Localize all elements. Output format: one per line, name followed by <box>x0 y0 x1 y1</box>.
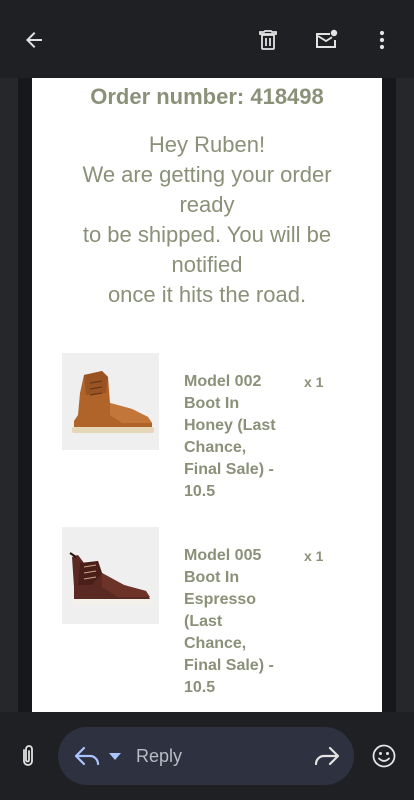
product-name-line: Boot In <box>184 569 240 586</box>
trash-icon <box>259 30 277 50</box>
order-number-heading: Order number: 418498 <box>90 84 324 109</box>
greeting-line: notified <box>171 252 243 277</box>
product-name-line: Chance, <box>184 439 247 456</box>
greeting-line: Hey Ruben! <box>148 132 266 157</box>
product-name-line: Final Sale) - <box>184 657 274 674</box>
back-arrow-icon <box>26 32 42 48</box>
product-name-line: Chance, <box>184 635 247 652</box>
attach-button[interactable] <box>8 736 48 776</box>
email-card[interactable]: Order number: 418498 Hey Ruben! We are g… <box>32 78 382 712</box>
product-image-honey-boot[interactable] <box>62 353 159 450</box>
email-frame-left <box>0 78 18 712</box>
product-name-line: (Last <box>184 613 223 630</box>
product-quantity: x 1 <box>304 548 324 564</box>
back-button[interactable] <box>14 20 54 60</box>
emoji-button[interactable] <box>364 736 404 776</box>
mark-unread-icon <box>316 29 338 48</box>
product-image-espresso-boot[interactable] <box>62 527 159 624</box>
delete-button[interactable] <box>248 20 288 60</box>
product-name-line: Honey (Last <box>184 417 276 434</box>
reply-pill[interactable]: Reply <box>58 727 354 785</box>
more-options-button[interactable] <box>362 20 402 60</box>
dropdown-caret-icon[interactable] <box>108 751 122 761</box>
greeting-line: to be shipped. You will be <box>82 222 332 247</box>
product-name-line: Final Sale) - <box>184 461 274 478</box>
email-frame-right <box>396 78 414 712</box>
product-name-line: 10.5 <box>184 679 216 696</box>
reply-icon[interactable] <box>72 742 102 770</box>
attachment-icon <box>23 745 33 766</box>
product-item: Model 002 Boot In Honey (Last Chance, Fi… <box>62 353 362 503</box>
product-name-line: 10.5 <box>184 483 216 500</box>
more-vert-icon <box>379 30 385 50</box>
product-name-line: Espresso <box>184 591 257 608</box>
product-item: Model 005 Boot In Espresso (Last Chance,… <box>62 527 362 707</box>
product-name: Model 002 Boot In Honey (Last Chance, Fi… <box>184 371 294 503</box>
product-quantity: x 1 <box>304 374 324 390</box>
product-name: Model 005 Boot In Espresso (Last Chance,… <box>184 545 294 699</box>
emoji-icon <box>372 744 396 768</box>
greeting-line: ready <box>179 192 235 217</box>
forward-icon[interactable] <box>312 742 342 770</box>
greeting-line: once it hits the road. <box>107 282 307 307</box>
boot-icon <box>62 527 159 624</box>
product-name-line: Model 002 <box>184 373 262 390</box>
product-name-line: Model 005 <box>184 547 262 564</box>
top-app-bar <box>0 0 414 78</box>
greeting-line: We are getting your order <box>82 162 332 187</box>
boot-icon <box>62 353 159 450</box>
product-name-line: Boot In <box>184 395 240 412</box>
reply-label: Reply <box>136 746 183 766</box>
order-greeting-message: Hey Ruben! We are getting your order rea… <box>32 130 382 310</box>
mark-unread-button[interactable] <box>306 20 346 60</box>
